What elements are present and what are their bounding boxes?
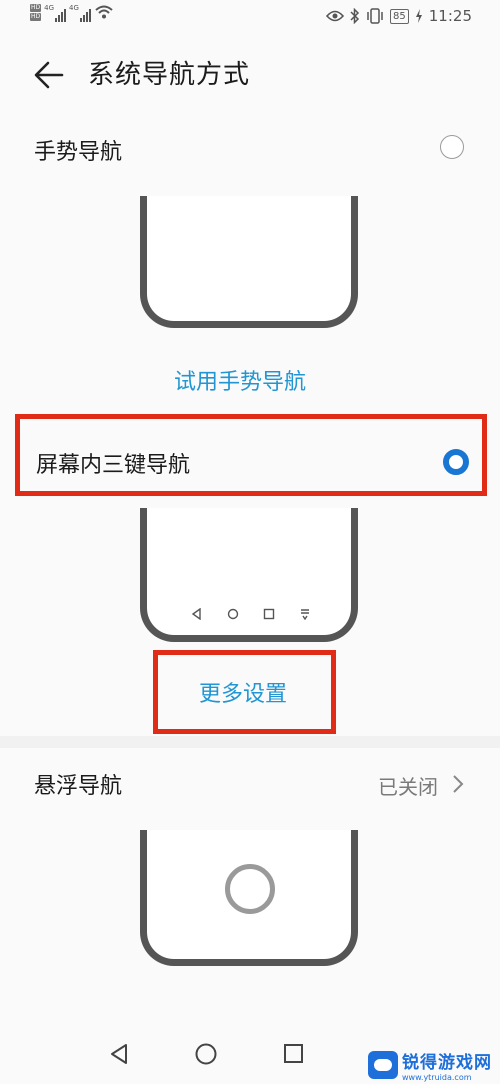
- gesture-nav-radio[interactable]: [440, 135, 464, 159]
- three-key-nav-preview: [140, 508, 358, 642]
- sim2-network: 4G: [69, 4, 79, 12]
- gesture-nav-preview: [140, 196, 358, 328]
- try-gesture-link[interactable]: 试用手势导航: [174, 364, 306, 396]
- float-nav-label: 悬浮导航: [34, 774, 123, 799]
- back-arrow-icon[interactable]: [32, 58, 66, 92]
- status-left: HD HD 4G 4G: [30, 4, 114, 22]
- nav-recent-icon[interactable]: [282, 1042, 304, 1066]
- preview-back-icon: [191, 608, 201, 620]
- status-bar: HD HD 4G 4G 85 11:25: [0, 0, 500, 36]
- hd-icon: HD HD: [30, 4, 42, 21]
- bluetooth-icon: [350, 8, 360, 24]
- preview-notification-icon: [301, 609, 309, 620]
- sim1-network: 4G: [44, 4, 55, 12]
- page-title: 系统导航方式: [88, 60, 251, 90]
- status-right: 85 11:25: [326, 7, 472, 25]
- clock: 11:25: [428, 7, 472, 25]
- signal-icon-sim2: 4G: [69, 4, 91, 22]
- watermark-text: 锐得游戏网 www.ytruida.com: [402, 1048, 492, 1082]
- nav-home-icon[interactable]: [194, 1042, 218, 1066]
- float-nav-status: 已关闭: [378, 775, 438, 799]
- three-key-nav-radio[interactable]: [443, 449, 469, 475]
- charging-icon: [415, 9, 422, 23]
- gesture-nav-label: 手势导航: [34, 140, 123, 165]
- float-button-icon: [225, 864, 275, 914]
- section-divider: [0, 736, 500, 748]
- battery-icon: 85: [390, 8, 409, 24]
- signal-icon-sim1: 4G: [44, 4, 67, 22]
- watermark: 锐得游戏网 www.ytruida.com: [368, 1048, 492, 1082]
- three-key-nav-option[interactable]: 屏幕内三键导航: [15, 414, 487, 496]
- preview-home-icon: [227, 608, 239, 620]
- watermark-logo-icon: [368, 1051, 398, 1079]
- wifi-icon: [95, 5, 113, 19]
- vibrate-icon: [367, 8, 383, 24]
- gesture-nav-option[interactable]: 手势导航: [0, 124, 500, 172]
- nav-back-icon[interactable]: [108, 1042, 130, 1066]
- preview-recent-icon: [263, 608, 275, 620]
- watermark-name: 锐得游戏网: [402, 1053, 492, 1073]
- watermark-url: www.ytruida.com: [402, 1073, 472, 1082]
- float-nav-preview: [140, 830, 358, 966]
- more-settings-link[interactable]: 更多设置: [199, 676, 287, 708]
- chevron-right-icon: [453, 775, 464, 793]
- eye-icon: [326, 10, 345, 22]
- three-key-nav-label: 屏幕内三键导航: [36, 453, 191, 478]
- float-nav-option[interactable]: 悬浮导航 已关闭: [0, 758, 500, 808]
